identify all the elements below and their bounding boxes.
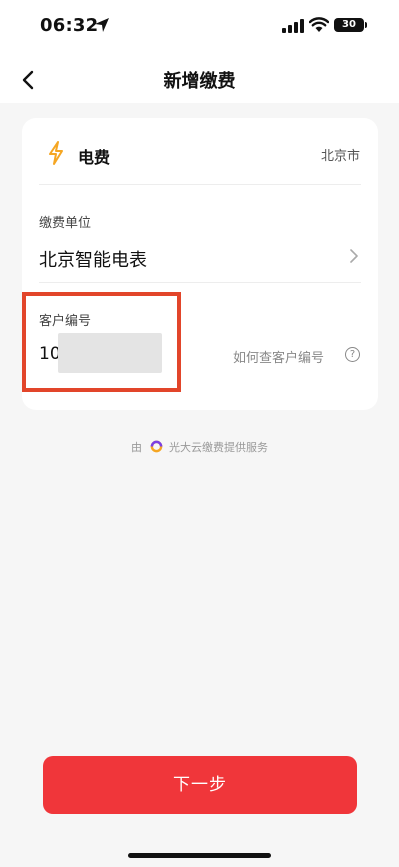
- highlight-annotation-box: [22, 292, 181, 392]
- divider: [39, 184, 361, 185]
- provider-logo-icon: [150, 440, 162, 453]
- bill-type-label: 电费: [78, 148, 111, 167]
- provider-name: 光大云缴费提供服务: [169, 441, 268, 454]
- lightning-bolt-icon: [49, 141, 63, 165]
- unit-selector[interactable]: 北京智能电表: [39, 246, 147, 272]
- signal-icon: [282, 19, 304, 33]
- home-indicator: [128, 853, 271, 858]
- battery-tip: [365, 22, 367, 28]
- status-bar: 06:32 30: [0, 0, 399, 52]
- help-icon[interactable]: ?: [345, 347, 360, 362]
- divider: [39, 282, 361, 283]
- chevron-right-icon[interactable]: [348, 247, 360, 265]
- location-arrow-icon: [95, 18, 109, 32]
- status-time: 06:32: [40, 15, 99, 36]
- city-label: 北京市: [320, 149, 360, 164]
- provider-prefix: 由: [131, 441, 142, 454]
- how-to-find-link[interactable]: 如何查客户编号: [233, 347, 324, 366]
- unit-label: 缴费单位: [39, 216, 92, 231]
- next-step-button[interactable]: 下一步: [43, 756, 357, 814]
- provider-note: 由 光大云缴费提供服务: [0, 439, 399, 455]
- page-title: 新增缴费: [163, 71, 236, 92]
- battery-icon: 30: [334, 18, 364, 32]
- wifi-icon: [309, 17, 329, 32]
